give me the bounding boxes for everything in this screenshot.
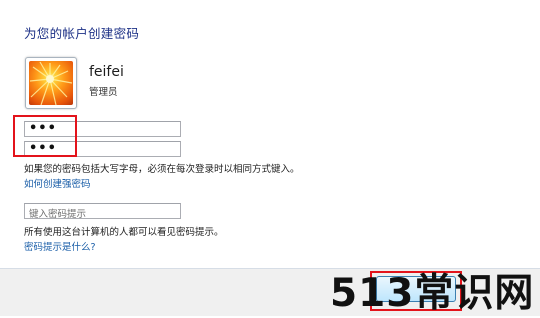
caps-lock-note: 如果您的密码包括大写字母，必须在每次登录时以相同方式键入。 [24,164,300,175]
hint-help-link[interactable]: 密码提示是什么? [24,239,96,253]
user-role: 管理员 [89,87,118,98]
site-watermark: 513常识网 [330,271,535,316]
hint-visibility-note: 所有使用这台计算机的人都可以看见密码提示。 [24,227,224,238]
password-highlight-box [13,115,77,157]
flower-avatar-icon [29,61,73,105]
page-title: 为您的帐户创建密码 [24,26,140,41]
strong-password-link[interactable]: 如何创建强密码 [24,176,91,190]
user-name: feifei [89,64,124,80]
user-avatar [25,57,77,109]
hint-placeholder: 键入密码提示 [29,209,87,220]
password-hint-input[interactable]: 键入密码提示 [24,203,181,220]
